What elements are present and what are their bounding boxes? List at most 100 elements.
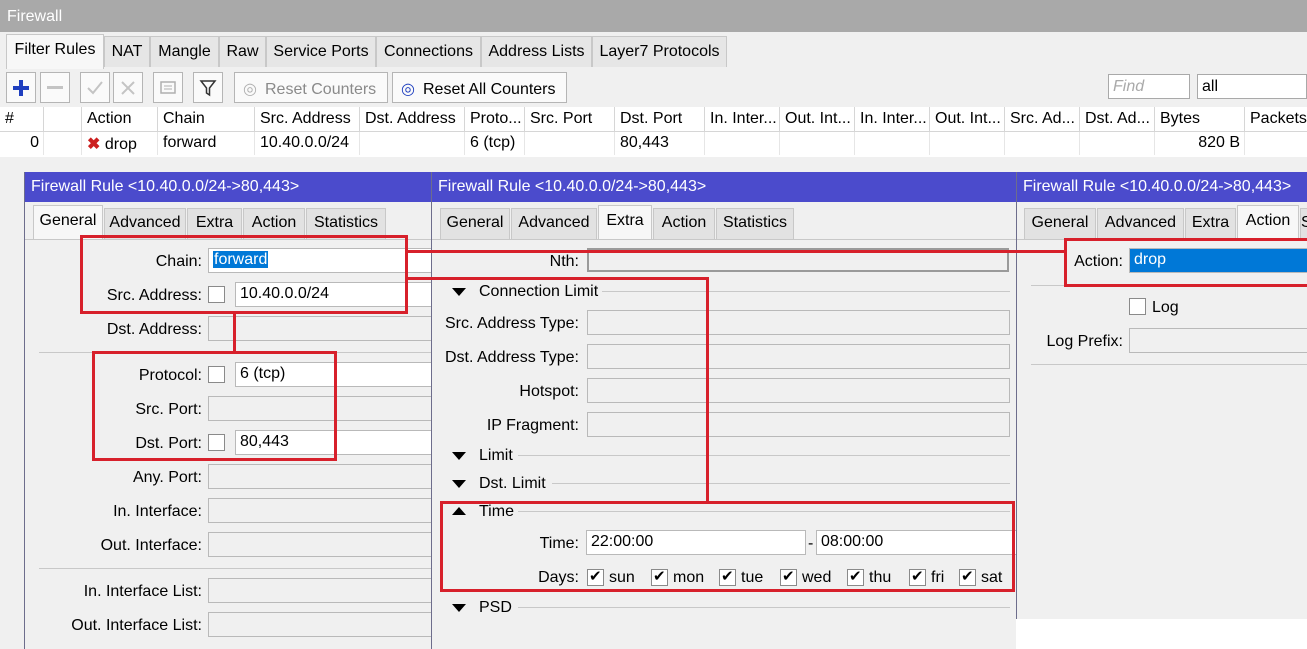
tab-connections[interactable]: Connections (376, 36, 481, 67)
separator (39, 568, 431, 569)
minus-icon (47, 85, 63, 89)
tab-mangle[interactable]: Mangle (150, 36, 219, 67)
highlight-chain-src-address (80, 235, 408, 314)
collapse-connection-limit-icon[interactable] (452, 288, 466, 296)
ip-fragment-label: IP Fragment: (486, 417, 579, 434)
tab-general[interactable]: General (440, 208, 510, 239)
col-in-interface[interactable]: In. Inter... (705, 107, 780, 132)
disable-button[interactable] (113, 72, 143, 103)
src-address-type-label: Src. Address Type: (445, 315, 579, 332)
enable-button[interactable] (80, 72, 110, 103)
col-action[interactable]: Action (82, 107, 158, 132)
col-bytes[interactable]: Bytes (1155, 107, 1245, 132)
cell-protocol: 6 (tcp) (465, 132, 525, 155)
out-interface-field[interactable] (208, 532, 431, 557)
dst-limit-header[interactable]: Dst. Limit (479, 475, 546, 493)
connector-line (706, 277, 709, 502)
tab-action[interactable]: Action (1237, 205, 1299, 240)
cell-in-interface (705, 132, 780, 155)
hotspot-field[interactable] (587, 378, 1010, 403)
cell-dst-address (360, 132, 465, 155)
out-interface-list-field[interactable] (208, 612, 431, 637)
tab-filter-rules[interactable]: Filter Rules (6, 34, 104, 69)
log-checkbox[interactable] (1129, 298, 1146, 315)
cell-dst-address-list (1080, 132, 1155, 155)
col-chain[interactable]: Chain (158, 107, 255, 132)
col-src-address-list[interactable]: Src. Ad... (1005, 107, 1080, 132)
cell-out-interface (780, 132, 855, 155)
tab-extra[interactable]: Extra (1185, 208, 1236, 239)
separator (602, 291, 1010, 292)
col-out-interface[interactable]: Out. Int... (780, 107, 855, 132)
tab-advanced[interactable]: Advanced (1097, 208, 1184, 239)
collapse-limit-icon[interactable] (452, 452, 466, 460)
collapse-dst-limit-icon[interactable] (452, 480, 466, 488)
tab-action[interactable]: Action (653, 208, 715, 239)
reset-counters-button[interactable]: ◎ Reset Counters (234, 72, 388, 103)
tab-address-lists[interactable]: Address Lists (481, 36, 592, 67)
cell-flags (44, 132, 82, 155)
connection-limit-header[interactable]: Connection Limit (479, 283, 598, 301)
col-protocol[interactable]: Proto... (465, 107, 525, 132)
col-in-interface-list[interactable]: In. Inter... (855, 107, 930, 132)
separator (518, 455, 1010, 456)
filter-button[interactable] (193, 72, 223, 103)
rule-window-title: Firewall Rule <10.40.0.0/24->80,443> (25, 172, 431, 202)
tab-nat[interactable]: NAT (104, 36, 150, 67)
col-src-port[interactable]: Src. Port (525, 107, 615, 132)
tab-raw[interactable]: Raw (219, 36, 266, 67)
filter-select[interactable]: all (1197, 74, 1307, 99)
in-interface-list-field[interactable] (208, 578, 431, 603)
psd-header[interactable]: PSD (479, 599, 512, 617)
reset-all-counters-label: Reset All Counters (423, 81, 556, 98)
main-tab-bar: Filter Rules NAT Mangle Raw Service Port… (0, 32, 1307, 69)
tab-general[interactable]: General (1024, 208, 1096, 239)
tab-service-ports[interactable]: Service Ports (266, 36, 376, 67)
tab-divider (432, 239, 1016, 240)
cell-in-interface-list (855, 132, 930, 155)
rule-window-title: Firewall Rule <10.40.0.0/24->80,443> (432, 172, 1016, 202)
highlight-action (1064, 238, 1307, 287)
highlight-time (440, 501, 1015, 592)
dst-address-field[interactable] (208, 316, 431, 341)
log-label: Log (1152, 299, 1179, 316)
log-prefix-field[interactable] (1129, 328, 1307, 353)
col-flags[interactable] (44, 107, 82, 132)
plus-icon (13, 79, 29, 96)
check-icon (87, 80, 103, 94)
src-address-type-field[interactable] (587, 310, 1010, 335)
tab-layer7-protocols[interactable]: Layer7 Protocols (592, 36, 727, 67)
separator (1031, 364, 1307, 365)
col-out-interface-list[interactable]: Out. Int... (930, 107, 1005, 132)
toolbar: ◎ Reset Counters ◎ Reset All Counters Find… (0, 69, 1307, 107)
col-dst-port[interactable]: Dst. Port (615, 107, 705, 132)
limit-header[interactable]: Limit (479, 447, 513, 465)
rules-table: # Action Chain Src. Address Dst. Address… (0, 107, 1307, 157)
tab-statistics[interactable]: Statistics (716, 208, 794, 239)
col-src-address[interactable]: Src. Address (255, 107, 360, 132)
col-number[interactable]: # (0, 107, 44, 132)
any-port-label: Any. Port: (132, 469, 202, 486)
any-port-field[interactable] (208, 464, 431, 489)
col-dst-address[interactable]: Dst. Address (360, 107, 465, 132)
add-button[interactable] (6, 72, 36, 103)
comment-button[interactable] (153, 72, 183, 103)
col-dst-address-list[interactable]: Dst. Ad... (1080, 107, 1155, 132)
remove-button[interactable] (40, 72, 70, 103)
tab-statistics[interactable]: Statistics (1300, 208, 1307, 239)
find-input[interactable]: Find (1108, 74, 1190, 99)
tab-advanced[interactable]: Advanced (511, 208, 597, 239)
cell-action: ✖ drop (82, 132, 158, 155)
cross-icon (121, 80, 135, 95)
ip-fragment-field[interactable] (587, 412, 1010, 437)
in-interface-field[interactable] (208, 498, 431, 523)
reset-all-counters-button[interactable]: ◎ Reset All Counters (392, 72, 567, 103)
tab-extra[interactable]: Extra (598, 205, 652, 240)
dst-address-type-field[interactable] (587, 344, 1010, 369)
filter-icon (199, 79, 217, 96)
col-packets[interactable]: Packets (1245, 107, 1307, 132)
collapse-psd-icon[interactable] (452, 604, 466, 612)
cell-out-interface-list (930, 132, 1005, 155)
rule-window-title: Firewall Rule <10.40.0.0/24->80,443> (1017, 172, 1307, 202)
in-interface-label: In. Interface: (113, 503, 202, 520)
